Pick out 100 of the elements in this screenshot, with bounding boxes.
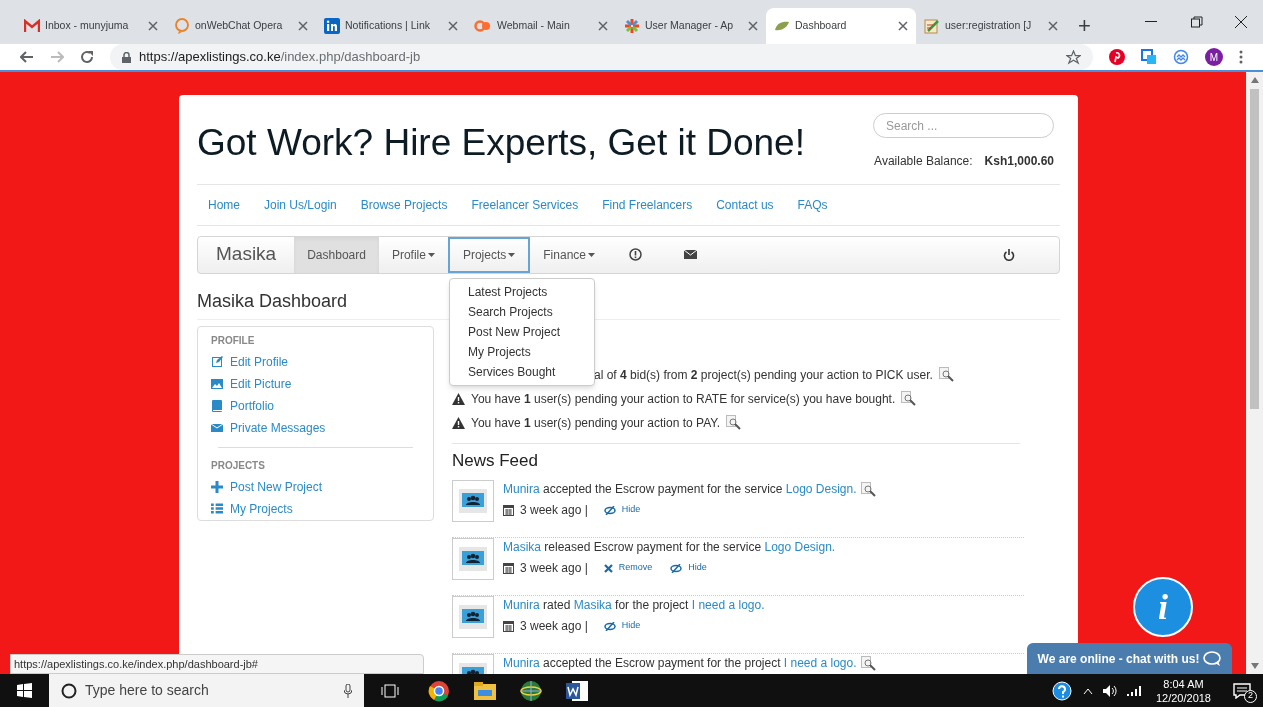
sidebar-link[interactable]: Portfolio xyxy=(211,394,420,417)
preview-icon[interactable] xyxy=(860,481,877,497)
link[interactable]: Logo Design. xyxy=(785,482,857,496)
remove-link[interactable]: Remove xyxy=(603,561,653,575)
speaker-icon[interactable] xyxy=(1102,684,1117,697)
dropdown-item[interactable]: My Projects xyxy=(450,342,594,362)
nav-link[interactable]: Freelancer Services xyxy=(471,195,579,214)
signal-icon[interactable] xyxy=(1126,685,1141,696)
preview-icon[interactable] xyxy=(901,391,918,406)
preview-icon[interactable] xyxy=(860,655,877,671)
sidebar-heading: PROFILE xyxy=(211,333,256,348)
close-icon[interactable] xyxy=(1235,16,1247,28)
star-logo-icon xyxy=(624,18,640,34)
envelope-icon xyxy=(211,423,223,432)
calendar-icon xyxy=(503,562,514,574)
chat-bubble-icon xyxy=(174,18,190,34)
notice-text: You have 1 user(s) pending your action to RATE for service(s) you have bought. xyxy=(471,390,896,408)
extension-icon[interactable] xyxy=(1141,49,1157,65)
sidebar-link[interactable]: Edit Picture xyxy=(211,372,420,395)
link[interactable]: Munira xyxy=(503,598,540,612)
eye-slash-icon xyxy=(603,621,616,631)
nav-link[interactable]: Browse Projects xyxy=(360,195,448,214)
notice-text: You have 1 user(s) pending your action to PAY. xyxy=(471,414,721,432)
notification-icon[interactable] xyxy=(1233,682,1251,699)
link[interactable]: I need a logo. xyxy=(783,656,857,670)
status-url: https://apexlistings.co.ke/index.php/dashboard-jb# xyxy=(10,654,424,674)
info-button[interactable]: i xyxy=(1133,577,1193,637)
sidebar-link[interactable]: My Projects xyxy=(211,497,420,520)
chevron-up-icon[interactable] xyxy=(1082,687,1093,694)
menu-tab[interactable]: Dashboard xyxy=(294,236,379,273)
link[interactable]: Masika xyxy=(573,598,612,612)
balance-label: Available Balance: xyxy=(874,153,973,170)
lock-icon xyxy=(122,51,131,63)
dropdown-item[interactable]: Services Bought xyxy=(450,362,594,382)
hide-link[interactable]: Hide xyxy=(603,503,641,517)
close-icon[interactable] xyxy=(898,21,908,31)
nav-link[interactable]: Find Freelancers xyxy=(602,195,693,214)
link[interactable]: Masika xyxy=(503,540,541,554)
reload-icon[interactable] xyxy=(80,50,94,64)
news-text: Munira accepted the Escrow payment for the service Logo Design. xyxy=(503,481,857,498)
dropdown-item[interactable]: Latest Projects xyxy=(450,282,594,302)
browser-tab[interactable]: Dashboard xyxy=(766,8,916,44)
minimize-icon[interactable] xyxy=(1145,21,1157,23)
sync-icon[interactable] xyxy=(1173,49,1189,65)
dropdown-item[interactable]: Post New Project xyxy=(450,322,594,342)
back-arrow-icon[interactable] xyxy=(20,51,34,63)
sidebar-link[interactable]: Edit Profile xyxy=(211,350,420,373)
caret-icon xyxy=(588,252,595,257)
menu-tab[interactable]: Finance xyxy=(530,236,608,273)
time-ago: 3 week ago | xyxy=(520,618,588,635)
menu-tab[interactable]: Profile xyxy=(378,236,448,273)
mail-logo-icon xyxy=(24,19,40,33)
taskbar-search-field[interactable]: Type here to search xyxy=(49,674,364,707)
globe-icon[interactable] xyxy=(520,679,542,702)
dropdown-item[interactable]: Search Projects xyxy=(450,302,594,322)
link[interactable]: Munira xyxy=(503,482,540,496)
preview-icon[interactable] xyxy=(726,415,743,430)
search-field[interactable]: Search ... xyxy=(873,113,1054,138)
scroll-down-icon[interactable] xyxy=(1250,663,1259,669)
account-avatar[interactable]: M xyxy=(1205,48,1223,66)
eye-slash-icon xyxy=(603,505,616,515)
clock-time: 8:04 AM xyxy=(1163,676,1204,691)
menu-icon[interactable] xyxy=(1239,50,1243,64)
nav-link[interactable]: Home xyxy=(208,195,240,214)
nav-link[interactable]: Join Us/Login xyxy=(264,195,337,214)
new-tab-button[interactable]: + xyxy=(1066,8,1103,44)
notification-count: 2 xyxy=(1244,689,1257,703)
thumbnail-drawing xyxy=(452,480,494,522)
star-icon[interactable] xyxy=(1066,49,1081,65)
pin-logo-icon[interactable] xyxy=(1109,49,1125,65)
list-icon xyxy=(211,503,223,514)
restore-icon[interactable] xyxy=(1191,16,1203,28)
link[interactable]: I need a logo. xyxy=(691,598,765,612)
chat-button[interactable]: We are online - chat with us! xyxy=(1027,643,1232,674)
circle-icon xyxy=(61,682,77,699)
hide-link[interactable]: Hide xyxy=(670,561,707,575)
windows-logo-icon[interactable] xyxy=(17,683,32,698)
hide-link[interactable]: Hide xyxy=(603,619,641,633)
link[interactable]: Logo Design. xyxy=(764,540,836,554)
sidebar-link[interactable]: Private Messages xyxy=(211,416,420,439)
sidebar-link[interactable]: Post New Project xyxy=(211,475,420,498)
folder-icon[interactable] xyxy=(474,681,496,700)
task-view-icon[interactable] xyxy=(381,683,399,698)
address-bar[interactable]: https://apexlistings.co.ke/index.php/dashboard-jb xyxy=(110,44,1093,70)
eye-slash-icon xyxy=(670,563,683,573)
browser-taskbar-icon[interactable] xyxy=(428,679,450,702)
preview-icon[interactable] xyxy=(938,367,955,382)
scroll-up-icon[interactable] xyxy=(1250,77,1259,83)
menu-tab[interactable]: Projects xyxy=(447,236,531,273)
help-icon[interactable] xyxy=(1051,680,1072,701)
nav-link[interactable]: Contact us xyxy=(716,195,774,214)
sidebar-heading: PROJECTS xyxy=(211,458,266,473)
nav-link[interactable]: FAQs xyxy=(797,195,828,214)
picture-icon xyxy=(211,378,223,389)
user-brand[interactable]: Masika xyxy=(198,236,295,273)
link[interactable]: Munira xyxy=(503,656,540,670)
scrollbar[interactable] xyxy=(1246,72,1263,674)
news-text: Masika released Escrow payment for the service Logo Design. xyxy=(503,539,836,556)
notice-text: al of 4 bid(s) from 2 project(s) pending your action to PICK user. xyxy=(594,366,933,384)
word-icon[interactable] xyxy=(566,680,588,701)
